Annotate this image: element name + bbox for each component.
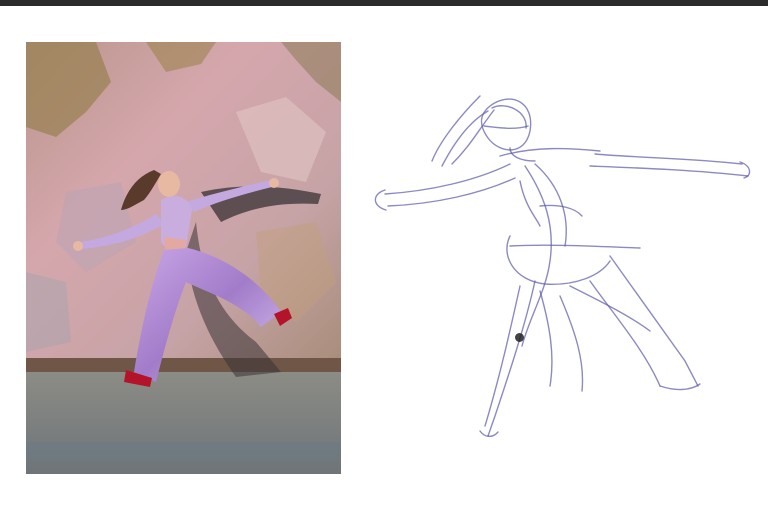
- reference-photo: [26, 42, 341, 474]
- gesture-sketch[interactable]: [360, 86, 760, 456]
- drawing-canvas[interactable]: [0, 6, 768, 515]
- gesture-sketch-strokes: [374, 95, 751, 438]
- reference-photo-image: [26, 42, 341, 474]
- brush-cursor-icon: [515, 333, 524, 342]
